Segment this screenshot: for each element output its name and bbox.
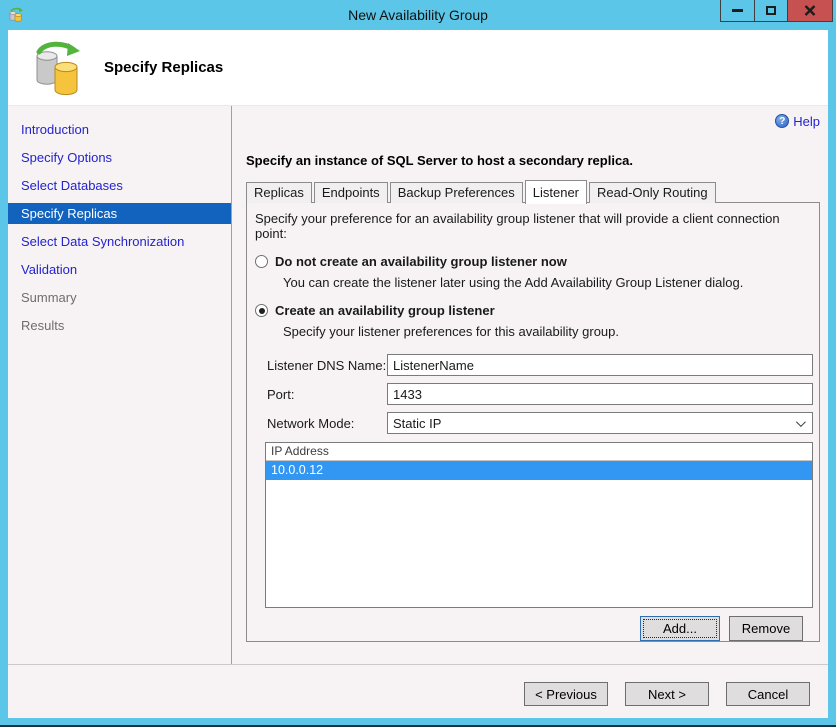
window-controls — [720, 0, 833, 22]
network-mode-select[interactable]: Static IP — [387, 412, 813, 434]
step-heading: Specify an instance of SQL Server to hos… — [246, 153, 634, 168]
ip-list-column-header: IP Address — [266, 443, 812, 461]
content-row: Introduction Specify Options Select Data… — [8, 106, 828, 664]
tab-listener[interactable]: Listener — [524, 180, 588, 204]
minimize-icon — [732, 9, 743, 12]
titlebar: New Availability Group — [0, 0, 836, 30]
ip-address-list: IP Address 10.0.0.12 — [265, 442, 813, 608]
tab-replicas[interactable]: Replicas — [246, 182, 312, 203]
radio-create-listener-label: Create an availability group listener — [275, 303, 495, 318]
help-icon: ? — [775, 114, 790, 128]
listener-form: Listener DNS Name: Port: Network Mode: S… — [267, 354, 813, 434]
close-icon — [804, 5, 816, 16]
radio-create-listener-description: Specify your listener preferences for th… — [283, 324, 619, 339]
dns-name-input[interactable] — [387, 354, 813, 376]
page-title: Specify Replicas — [104, 59, 224, 76]
close-button[interactable] — [787, 0, 832, 21]
window-title: New Availability Group — [348, 7, 488, 23]
replicas-database-icon — [36, 41, 80, 95]
tab-strip: Replicas Endpoints Backup Preferences Li… — [246, 180, 820, 204]
sidebar-item-specify-replicas[interactable]: Specify Replicas — [8, 203, 231, 224]
sidebar-item-summary: Summary — [21, 290, 77, 305]
network-mode-label: Network Mode: — [267, 415, 355, 431]
tab-read-only-routing[interactable]: Read-Only Routing — [589, 182, 716, 203]
help-label: Help — [793, 113, 820, 129]
radio-group-no-listener: Do not create an availability group list… — [247, 254, 819, 290]
main-panel: ? Help Specify an instance of SQL Server… — [232, 106, 828, 664]
wizard-header: Specify Replicas — [8, 30, 828, 106]
help-link[interactable]: ? Help — [775, 114, 820, 129]
ip-list-actions: Add... Remove — [247, 616, 803, 641]
radio-create-listener[interactable] — [255, 304, 268, 317]
ip-list-row[interactable]: 10.0.0.12 — [266, 461, 812, 480]
dialog-body: Specify Replicas Introduction Specify Op… — [8, 30, 828, 718]
radio-no-listener-label: Do not create an availability group list… — [275, 254, 567, 269]
wizard-window: New Availability Group Specify Replicas … — [0, 0, 836, 727]
listener-tab-panel: Specify your preference for an availabil… — [246, 202, 820, 642]
remove-button[interactable]: Remove — [729, 616, 803, 641]
dns-name-label: Listener DNS Name: — [267, 357, 387, 373]
port-label: Port: — [267, 386, 295, 402]
next-button[interactable]: Next > — [625, 682, 709, 706]
tab-endpoints[interactable]: Endpoints — [313, 182, 388, 203]
cancel-button[interactable]: Cancel — [726, 682, 810, 706]
radio-group-create-listener: Create an availability group listener Sp… — [247, 303, 819, 339]
tab-backup-preferences[interactable]: Backup Preferences — [389, 182, 523, 203]
add-button[interactable]: Add... — [640, 616, 720, 641]
network-mode-value: Static IP — [393, 415, 442, 431]
port-input[interactable] — [387, 383, 813, 405]
sidebar-item-select-data-synchronization[interactable]: Select Data Synchronization — [8, 228, 231, 256]
chevron-down-icon — [795, 416, 806, 427]
maximize-button[interactable] — [754, 0, 787, 21]
sidebar-item-validation[interactable]: Validation — [8, 256, 231, 284]
previous-button[interactable]: < Previous — [524, 682, 608, 706]
radio-selected-dot — [258, 307, 265, 314]
minimize-button[interactable] — [721, 0, 754, 21]
sidebar-item-results: Results — [21, 318, 65, 333]
radio-no-listener-description: You can create the listener later using … — [283, 275, 744, 290]
wizard-footer: < Previous Next > Cancel — [8, 664, 828, 718]
radio-no-listener[interactable] — [255, 255, 268, 268]
sidebar-item-select-databases[interactable]: Select Databases — [8, 172, 231, 200]
listener-intro-text: Specify your preference for an availabil… — [255, 211, 780, 241]
wizard-steps-sidebar: Introduction Specify Options Select Data… — [8, 106, 232, 664]
help-row: ? Help — [246, 112, 820, 130]
sidebar-item-introduction[interactable]: Introduction — [8, 116, 231, 144]
sidebar-item-specify-options[interactable]: Specify Options — [8, 144, 231, 172]
maximize-icon — [766, 6, 776, 15]
